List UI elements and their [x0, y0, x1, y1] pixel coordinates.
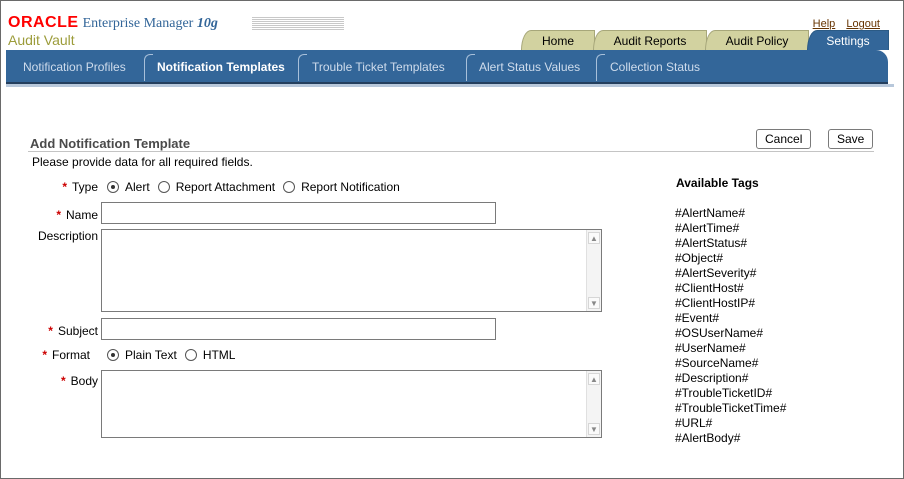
- type-report-attachment-label: Report Attachment: [175, 180, 276, 194]
- subject-input[interactable]: [101, 318, 496, 340]
- available-tag-item: #Description#: [675, 371, 749, 385]
- format-label: * Format: [42, 348, 90, 362]
- available-tag-item: #AlertName#: [675, 206, 746, 220]
- type-report-attachment-radio[interactable]: [157, 181, 170, 193]
- type-label: * Type: [62, 180, 98, 194]
- required-marker: *: [48, 324, 53, 338]
- product-name: Enterprise Manager 10g: [82, 16, 218, 31]
- scroll-down-icon[interactable]: ▼: [588, 297, 600, 309]
- scroll-up-icon[interactable]: ▲: [588, 232, 600, 244]
- subtab-separator: [596, 54, 605, 81]
- subtab-trouble-ticket-templates[interactable]: Trouble Ticket Templates: [312, 50, 445, 82]
- body-scrollbar[interactable]: ▲ ▼: [586, 371, 601, 437]
- page-title: Add Notification Template: [30, 136, 191, 151]
- available-tags-title: Available Tags: [676, 176, 759, 190]
- subtab-collection-status[interactable]: Collection Status: [610, 50, 700, 82]
- available-tag-item: #Object#: [675, 251, 724, 265]
- title-divider: [28, 151, 874, 152]
- subtab-bar: Notification Profiles Notification Templ…: [6, 50, 894, 87]
- name-label: * Name: [56, 208, 98, 222]
- available-tag-item: #AlertStatus#: [675, 236, 748, 250]
- tab-home[interactable]: Home: [521, 30, 595, 50]
- available-tag-item: #ClientHost#: [675, 281, 744, 295]
- help-link[interactable]: Help: [813, 18, 836, 30]
- format-html-radio[interactable]: [184, 349, 197, 361]
- available-tag-item: #AlertTime#: [675, 221, 740, 235]
- subtab-notification-templates[interactable]: Notification Templates: [157, 50, 285, 82]
- subtab-separator: [298, 54, 307, 81]
- required-marker: *: [42, 348, 47, 362]
- required-marker: *: [56, 208, 61, 222]
- required-marker: *: [62, 180, 67, 194]
- body-label: * Body: [60, 374, 98, 388]
- available-tag-item: #Event#: [675, 311, 720, 325]
- format-html-label: HTML: [202, 348, 236, 362]
- oracle-logo: ORACLE: [8, 14, 79, 31]
- type-alert-label: Alert: [125, 180, 150, 194]
- tab-settings[interactable]: Settings: [807, 30, 889, 50]
- available-tag-item: #SourceName#: [675, 356, 759, 370]
- name-input[interactable]: [101, 202, 496, 224]
- available-tag-item: #AlertBody#: [675, 431, 741, 445]
- available-tag-item: #OSUserName#: [675, 326, 764, 340]
- product-subtitle: Audit Vault: [8, 32, 75, 48]
- available-tag-item: #ClientHostIP#: [675, 296, 756, 310]
- description-scrollbar[interactable]: ▲ ▼: [586, 230, 601, 311]
- subtab-separator: [144, 54, 153, 81]
- logout-link[interactable]: Logout: [846, 18, 880, 30]
- type-radio-group: Alert Report Attachment Report Notificat…: [107, 180, 408, 194]
- brand-stripes-decoration: [252, 17, 344, 31]
- subtab-alert-status-values[interactable]: Alert Status Values: [479, 50, 580, 82]
- description-textarea[interactable]: ▲ ▼: [101, 229, 602, 312]
- type-report-notification-label: Report Notification: [301, 180, 400, 194]
- format-plain-text-radio[interactable]: [107, 349, 119, 361]
- scroll-down-icon[interactable]: ▼: [588, 423, 600, 435]
- available-tag-item: #TroubleTicketTime#: [675, 401, 787, 415]
- available-tag-item: #URL#: [675, 416, 713, 430]
- subtab-notification-profiles[interactable]: Notification Profiles: [23, 50, 126, 82]
- subtab-separator: [466, 54, 475, 81]
- available-tag-item: #UserName#: [675, 341, 746, 355]
- cancel-button[interactable]: Cancel: [756, 129, 812, 149]
- tab-audit-policy[interactable]: Audit Policy: [705, 30, 809, 50]
- available-tag-item: #AlertSeverity#: [675, 266, 757, 280]
- format-radio-group: Plain Text HTML: [107, 348, 243, 362]
- type-alert-radio[interactable]: [107, 181, 119, 193]
- format-plain-text-label: Plain Text: [125, 348, 177, 362]
- save-button[interactable]: Save: [828, 129, 874, 149]
- type-report-notification-radio[interactable]: [283, 181, 296, 193]
- available-tag-item: #TroubleTicketID#: [675, 386, 773, 400]
- body-textarea[interactable]: ▲ ▼: [101, 370, 602, 438]
- scroll-up-icon[interactable]: ▲: [588, 373, 600, 385]
- required-marker: *: [60, 374, 66, 388]
- available-tags-list: #AlertName# #AlertTime# #AlertStatus# #Obje…: [675, 206, 786, 446]
- required-fields-hint: Please provide data for all required fie…: [32, 155, 253, 169]
- subject-label: * Subject: [48, 324, 98, 338]
- global-links: Help Logout: [805, 18, 880, 30]
- brand-header: ORACLE Enterprise Manager 10g: [8, 14, 344, 32]
- tab-audit-reports[interactable]: Audit Reports: [593, 30, 707, 50]
- description-label: Description: [37, 229, 98, 243]
